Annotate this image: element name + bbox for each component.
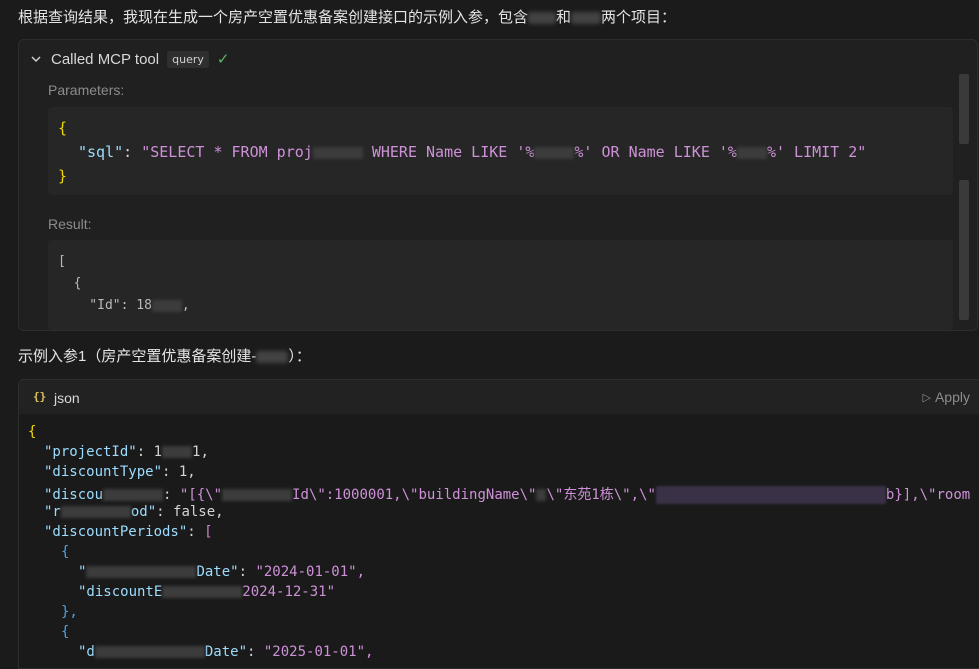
redaction bbox=[86, 566, 197, 578]
json-value: 1 bbox=[153, 444, 163, 460]
check-icon: ✓ bbox=[216, 51, 230, 68]
redaction bbox=[60, 506, 131, 518]
json-key: "discountPeriods" bbox=[44, 524, 188, 540]
json-code-body: { "projectId": 1 1, "discountType": 1, "d… bbox=[19, 414, 979, 668]
result-text: "Id": 18 bbox=[58, 298, 152, 313]
json-string: "[{\" bbox=[179, 487, 223, 503]
json-key: "discountE bbox=[78, 584, 163, 600]
example-title-part: ）： bbox=[288, 348, 311, 365]
json-code-block: {} json ▷ Apply { "projectId": 1 1, "disc… bbox=[18, 379, 979, 669]
code-line: "discountType": 1, bbox=[44, 464, 196, 480]
redaction bbox=[162, 446, 193, 458]
apply-button[interactable]: ▷ Apply bbox=[923, 389, 971, 405]
code-line: "d Date": "2025-01-01", bbox=[78, 644, 374, 660]
code-line: "discountE 2024-12-31" bbox=[78, 584, 335, 600]
redaction bbox=[528, 12, 557, 25]
code-block-header: {} json ▷ Apply bbox=[19, 380, 979, 414]
apply-button-label: Apply bbox=[934, 389, 970, 405]
redaction bbox=[94, 646, 205, 658]
json-string: b}],\"room bbox=[885, 487, 971, 503]
assistant-intro-text: 根据查询结果，我现在生成一个房产空置优惠备案创建接口的示例入参，包含 和 两个项目： bbox=[18, 6, 676, 27]
json-string: Id\":1000001,\"buildingName\" bbox=[292, 487, 537, 503]
redaction bbox=[151, 299, 182, 312]
sql-string: %' OR Name LIKE '% bbox=[574, 143, 737, 161]
code-line: "Id": 18, bbox=[58, 298, 190, 313]
json-key: Date" bbox=[204, 644, 248, 660]
mcp-tool-call-panel: Called MCP tool query ✓ Parameters: { "s… bbox=[18, 39, 978, 331]
json-key: od" bbox=[130, 504, 157, 520]
result-code-block: [ { "Id": 18, bbox=[48, 240, 953, 330]
json-key: "r bbox=[44, 504, 61, 520]
redaction bbox=[256, 351, 289, 364]
intro-text-part: 和 bbox=[556, 9, 572, 26]
redaction bbox=[162, 586, 243, 598]
intro-text-part: 两个项目： bbox=[601, 9, 677, 26]
code-line: "projectId": 1 1, bbox=[44, 444, 209, 460]
json-braces-icon: {} bbox=[33, 390, 47, 403]
redaction bbox=[736, 146, 767, 159]
parameters-label: Parameters: bbox=[48, 82, 125, 98]
code-line: { bbox=[58, 276, 82, 291]
code-line: "r od": false, bbox=[44, 504, 224, 520]
json-key: "discou bbox=[44, 487, 104, 503]
code-line: }, bbox=[61, 604, 78, 620]
result-text: , bbox=[181, 298, 190, 313]
redaction bbox=[103, 489, 164, 501]
code-line: { bbox=[28, 424, 37, 440]
example-title-part: 示例入参1（房产空置优惠备案创建- bbox=[18, 348, 257, 365]
redaction bbox=[312, 146, 363, 159]
example-title: 示例入参1（房产空置优惠备案创建- ）： bbox=[18, 345, 311, 366]
result-label: Result: bbox=[48, 216, 92, 232]
json-value: false, bbox=[173, 504, 224, 520]
json-string: "2024-01-01", bbox=[255, 564, 366, 580]
scrollbar[interactable] bbox=[959, 74, 969, 144]
json-key: "sql" bbox=[78, 143, 124, 161]
chevron-down-icon[interactable] bbox=[29, 52, 43, 66]
redaction bbox=[534, 146, 575, 159]
parameters-code-block: { "sql": "SELECT * FROM proj WHERE Name … bbox=[48, 107, 953, 195]
code-line: { bbox=[58, 119, 68, 137]
scrollbar[interactable] bbox=[959, 180, 969, 320]
code-line: "discountPeriods": [ bbox=[44, 524, 213, 540]
play-icon: ▷ bbox=[922, 391, 931, 404]
json-string: "2025-01-01", bbox=[263, 644, 374, 660]
json-value: 1, bbox=[192, 444, 209, 460]
json-value: 1, bbox=[178, 464, 196, 480]
mcp-tool-call-header[interactable]: Called MCP tool query ✓ bbox=[29, 50, 229, 68]
code-line: [ bbox=[58, 254, 66, 269]
code-line: { bbox=[61, 544, 70, 560]
sql-string: "SELECT * FROM proj bbox=[141, 143, 313, 161]
sql-string: %' LIMIT 2" bbox=[766, 143, 867, 161]
intro-text-part: 根据查询结果，我现在生成一个房产空置优惠备案创建接口的示例入参，包含 bbox=[18, 9, 529, 26]
json-key: "discountType" bbox=[44, 464, 163, 480]
redaction bbox=[536, 489, 547, 501]
redaction bbox=[571, 12, 602, 25]
punctuation: : bbox=[123, 143, 142, 161]
json-bracket: [ bbox=[204, 524, 213, 540]
redaction bbox=[655, 486, 886, 504]
json-string: 2024-12-31" bbox=[242, 584, 336, 600]
code-line: { bbox=[61, 624, 70, 640]
json-key: Date" bbox=[196, 564, 239, 580]
mcp-tool-title: Called MCP tool bbox=[51, 50, 160, 68]
json-key: " bbox=[78, 564, 87, 580]
redaction bbox=[222, 489, 293, 501]
json-string: \"东苑1栋\",\" bbox=[546, 487, 656, 503]
code-language-label: json bbox=[54, 390, 80, 406]
tool-name-badge: query bbox=[167, 50, 209, 68]
code-line: } bbox=[58, 167, 68, 185]
code-line: "discou: "[{\" Id\":1000001,\"buildingNam… bbox=[44, 486, 971, 504]
sql-string: WHERE Name LIKE '% bbox=[362, 143, 535, 161]
code-line: "sql": "SELECT * FROM proj WHERE Name LI… bbox=[78, 143, 866, 161]
json-key: "projectId" bbox=[44, 444, 137, 460]
code-line: " Date": "2024-01-01", bbox=[78, 564, 366, 580]
json-key: "d bbox=[78, 644, 95, 660]
